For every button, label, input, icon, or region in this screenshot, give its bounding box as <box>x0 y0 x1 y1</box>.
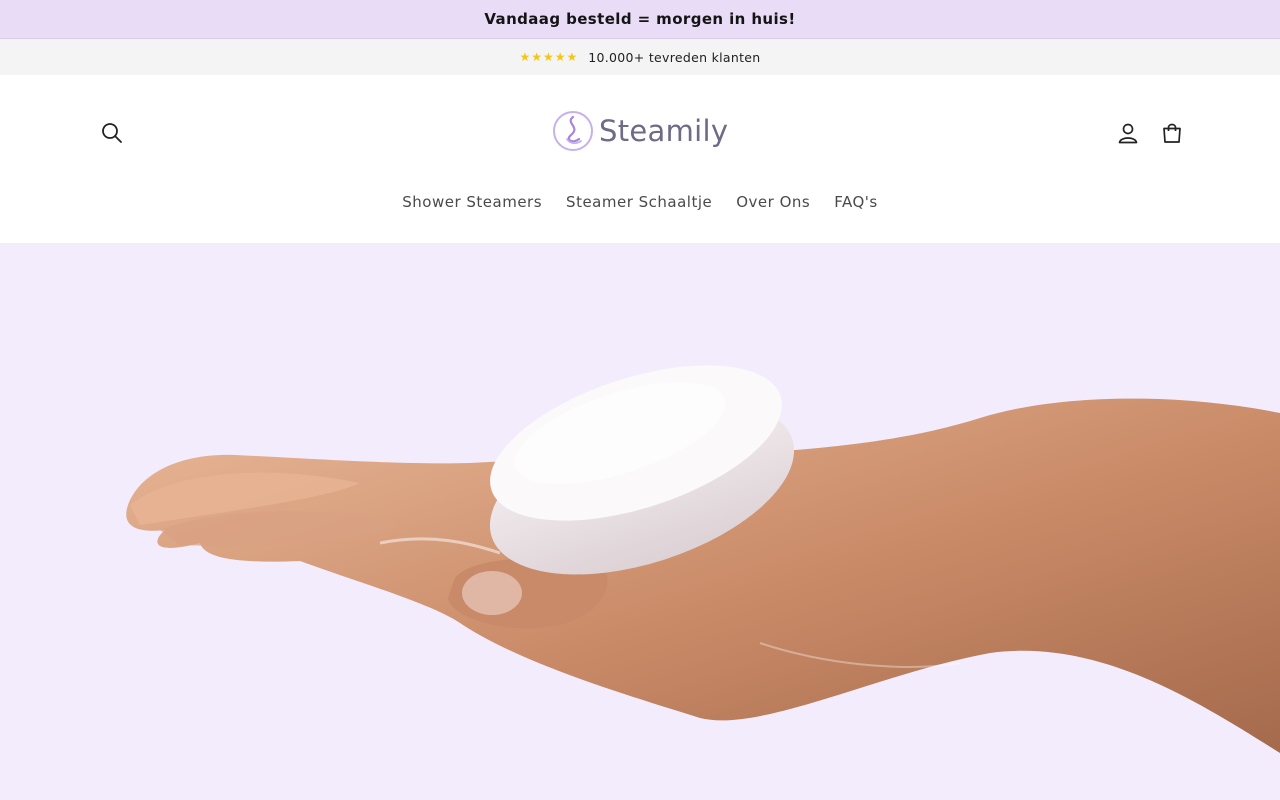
shopping-bag-icon <box>1163 123 1181 143</box>
hero-image <box>126 365 1280 753</box>
logo-text: Steamily <box>599 114 729 148</box>
announcement-text: Vandaag besteld = morgen in huis! <box>484 10 796 28</box>
user-icon <box>1118 123 1138 144</box>
logo[interactable]: Steamily <box>551 107 728 155</box>
account-button[interactable] <box>1106 111 1150 155</box>
nav-item-shower-steamers[interactable]: Shower Steamers <box>402 191 542 213</box>
nav-item-faqs[interactable]: FAQ's <box>834 191 878 213</box>
main-navigation: Shower Steamers Steamer Schaaltje Over O… <box>0 191 1280 213</box>
nav-item-steamer-schaaltje[interactable]: Steamer Schaaltje <box>566 191 712 213</box>
rating-bar: ★★★★★ 10.000+ tevreden klanten <box>0 39 1280 75</box>
search-icon <box>102 123 122 143</box>
hero-banner <box>0 243 1280 800</box>
cart-button[interactable] <box>1150 111 1194 155</box>
site-header: Steamily Shower Steamers Steamer Schaalt… <box>0 75 1280 243</box>
rating-text: 10.000+ tevreden klanten <box>588 49 761 65</box>
thumbnail-shape <box>462 571 522 615</box>
nav-item-over-ons[interactable]: Over Ons <box>736 191 810 213</box>
logo-steam-icon <box>553 111 593 151</box>
star-rating-icon: ★★★★★ <box>519 50 579 64</box>
search-button[interactable] <box>90 111 134 155</box>
announcement-bar: Vandaag besteld = morgen in huis! <box>0 0 1280 39</box>
